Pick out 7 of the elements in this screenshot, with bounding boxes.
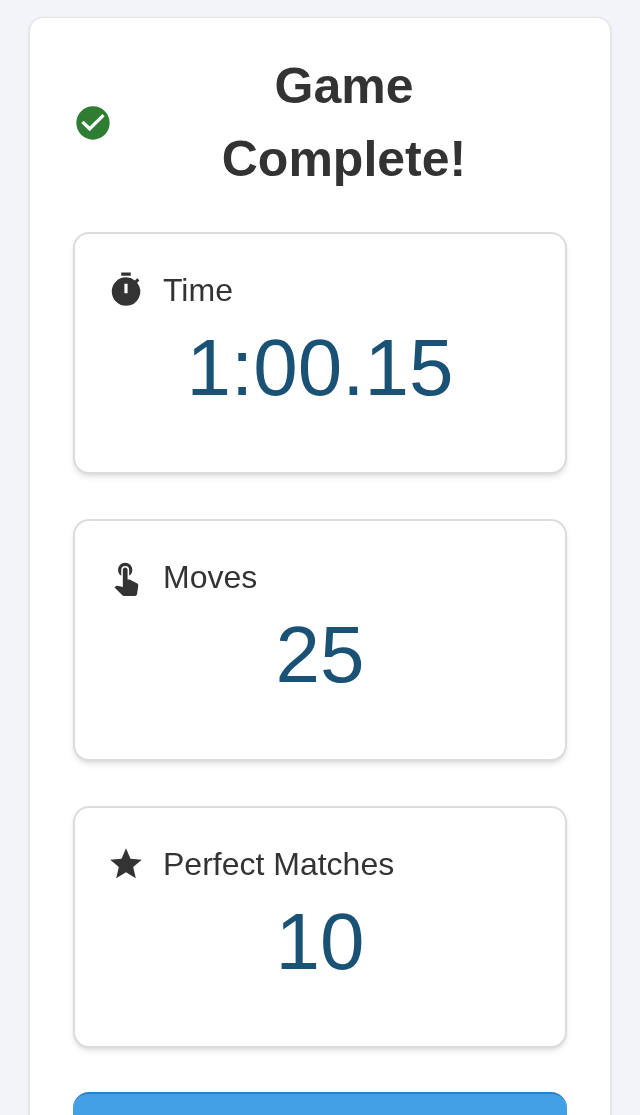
stat-label: Perfect Matches [163, 845, 395, 884]
stat-value: 10 [275, 896, 365, 988]
stat-value: 1:00.15 [186, 322, 454, 414]
stat-label: Moves [163, 558, 258, 597]
stat-label: Time [163, 271, 233, 310]
stat-value: 25 [275, 609, 365, 701]
title: Game Complete! [220, 57, 468, 189]
